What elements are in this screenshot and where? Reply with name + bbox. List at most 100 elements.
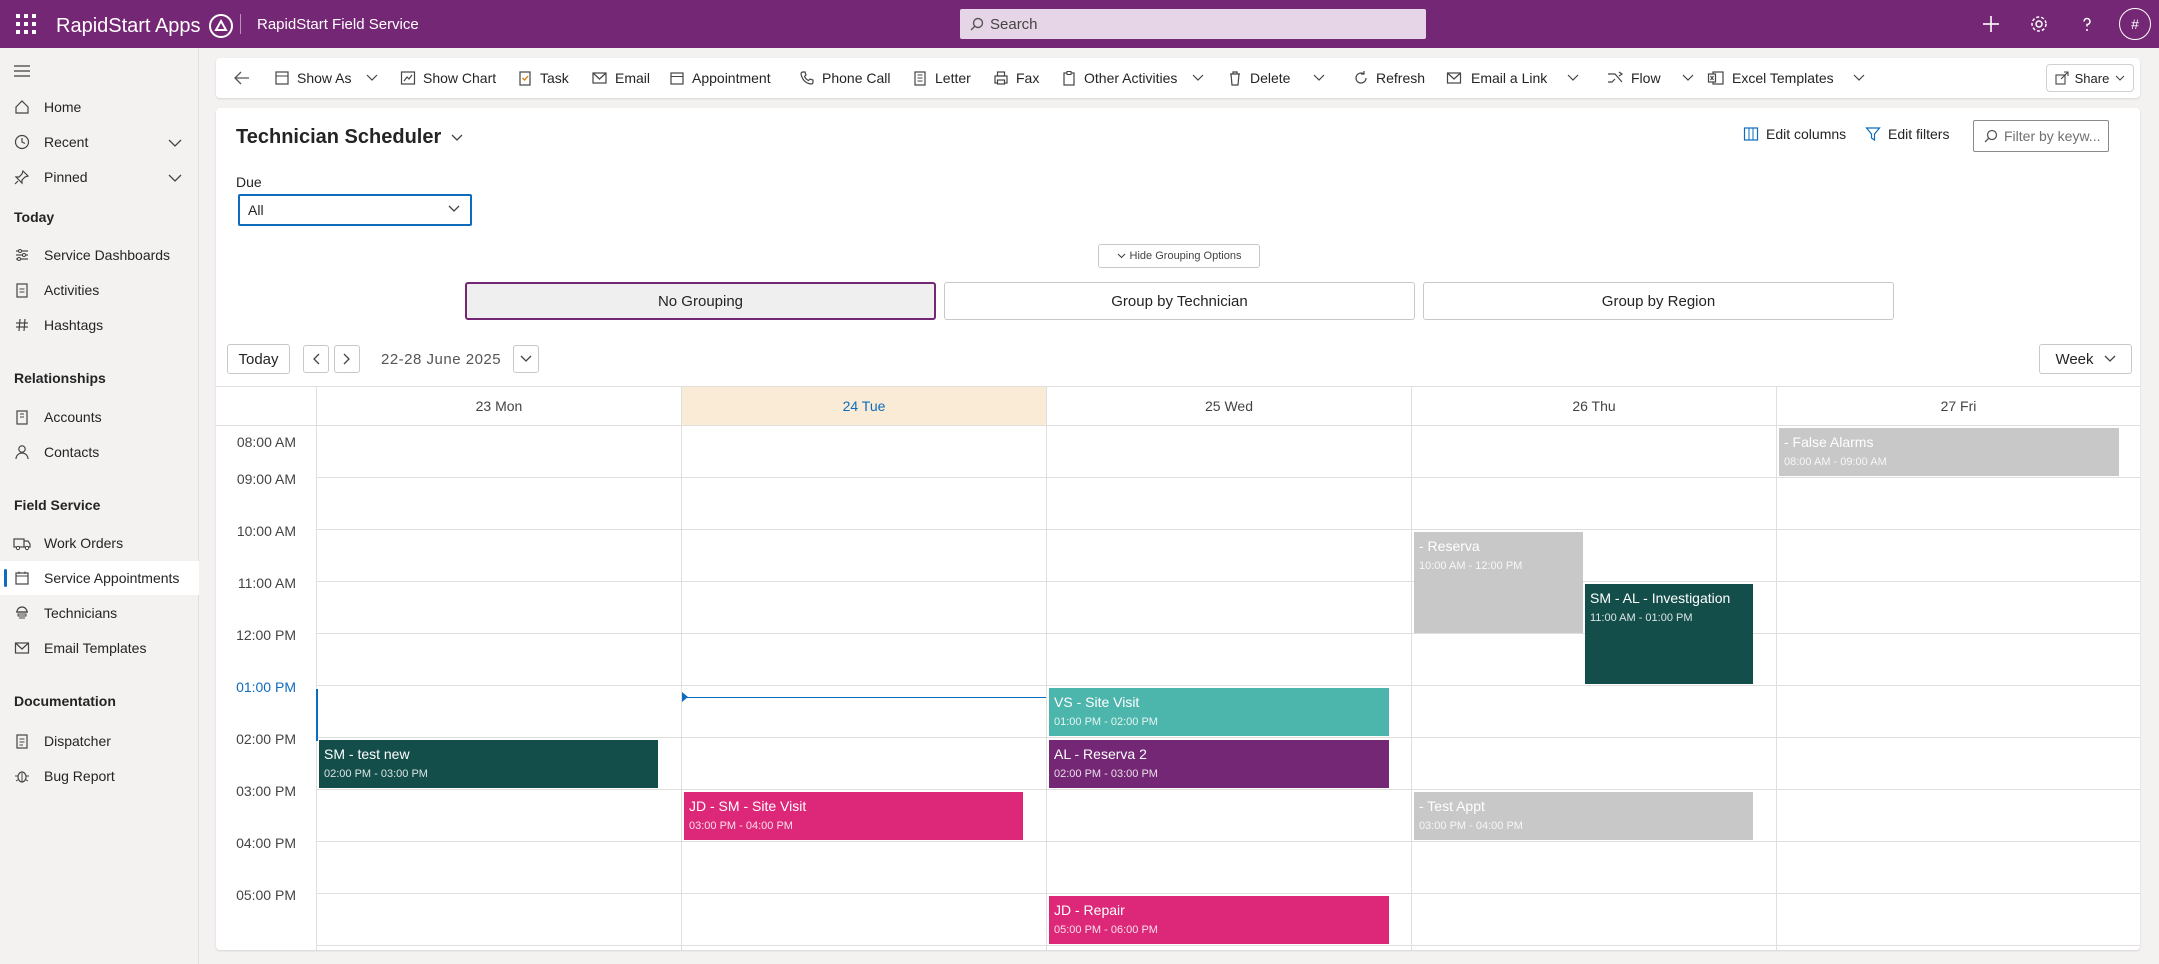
more-email-link-options-button[interactable] — [1567, 58, 1579, 98]
clipboard-icon — [1063, 71, 1075, 86]
sidebar-item-hashtags[interactable]: Hashtags — [0, 308, 199, 342]
task-icon — [519, 71, 531, 86]
edit-filters-button[interactable]: Edit filters — [1865, 126, 1949, 142]
sidebar-item-label: Activities — [44, 282, 100, 298]
flow-button[interactable]: Flow — [1606, 58, 1694, 98]
sidebar-item-dispatcher[interactable]: Dispatcher — [0, 724, 199, 758]
brand[interactable]: RapidStart Apps — [56, 12, 235, 40]
letter-icon — [914, 71, 926, 86]
keyword-filter-input[interactable]: Filter by keyw... — [1973, 120, 2109, 152]
phone-call-button[interactable]: Phone Call — [799, 58, 891, 98]
due-select[interactable]: All — [238, 194, 472, 226]
hide-grouping-button[interactable]: Hide Grouping Options — [1098, 244, 1260, 268]
show-chart-button[interactable]: Show Chart — [400, 58, 496, 98]
hour-line — [316, 633, 2140, 634]
more-delete-options-button[interactable] — [1313, 58, 1325, 98]
event-title: - False Alarms — [1784, 434, 1874, 450]
day-header-thu: 26 Thu — [1411, 387, 1776, 425]
grouping-label: Group by Region — [1601, 292, 1716, 310]
event-card[interactable]: SM - AL - Investigation 11:00 AM - 01:00… — [1585, 584, 1753, 684]
previous-week-button[interactable] — [303, 345, 329, 373]
sidebar-item-recent[interactable]: Recent — [0, 125, 199, 159]
event-card[interactable]: JD - Repair 05:00 PM - 06:00 PM — [1049, 896, 1389, 944]
due-label: Due — [236, 174, 262, 190]
view-selector[interactable]: Technician Scheduler — [236, 126, 463, 149]
refresh-button[interactable]: Refresh — [1353, 58, 1425, 98]
avatar: # — [2119, 8, 2151, 40]
back-button[interactable] — [234, 58, 250, 98]
sidebar-item-email-templates[interactable]: Email Templates — [0, 631, 199, 665]
sidebar-item-activities[interactable]: Activities — [0, 273, 199, 307]
email-link-button[interactable]: Email a Link — [1446, 58, 1547, 98]
chevron-down-icon — [367, 74, 378, 81]
top-bar: RapidStart Apps RapidStart Field Service… — [0, 0, 2159, 48]
hour-line — [316, 945, 2140, 946]
chevron-down-icon — [168, 174, 182, 182]
settings-button[interactable] — [2015, 0, 2063, 48]
share-button[interactable]: Share — [2046, 64, 2134, 92]
brand-separator — [240, 14, 241, 34]
letter-label: Letter — [935, 70, 971, 86]
hamburger-menu-icon[interactable] — [14, 64, 30, 83]
time-label: 09:00 AM — [236, 471, 296, 487]
task-button[interactable]: Task — [517, 58, 569, 98]
email-button[interactable]: Email — [590, 58, 650, 98]
sidebar-item-home[interactable]: Home — [0, 90, 199, 124]
other-activities-button[interactable]: Other Activities — [1061, 58, 1204, 98]
group-by-region-button[interactable]: Group by Region — [1423, 282, 1894, 320]
edit-columns-button[interactable]: Edit columns — [1743, 126, 1846, 142]
date-picker-button[interactable] — [513, 345, 539, 373]
event-card[interactable]: - False Alarms 08:00 AM - 09:00 AM — [1779, 428, 2119, 476]
event-card[interactable]: VS - Site Visit 01:00 PM - 02:00 PM — [1049, 688, 1389, 736]
calendar-icon — [15, 571, 29, 585]
phone-icon — [800, 71, 814, 85]
profile-button[interactable]: # — [2111, 0, 2159, 48]
sidebar-item-pinned[interactable]: Pinned — [0, 160, 199, 194]
grouping-label: Group by Technician — [1111, 292, 1248, 310]
show-as-button[interactable]: Show As — [274, 58, 378, 98]
event-time: 05:00 PM - 06:00 PM — [1054, 924, 1158, 936]
delete-button[interactable]: Delete — [1227, 58, 1290, 98]
appointment-label: Appointment — [692, 70, 771, 86]
group-by-technician-button[interactable]: Group by Technician — [944, 282, 1415, 320]
event-time: 02:00 PM - 03:00 PM — [1054, 768, 1158, 780]
flow-label: Flow — [1631, 70, 1661, 86]
event-card[interactable]: JD - SM - Site Visit 03:00 PM - 04:00 PM — [684, 792, 1023, 840]
appointment-button[interactable]: Appointment — [669, 58, 771, 98]
chevron-down-icon — [1682, 74, 1693, 81]
sidebar-item-service-appointments[interactable]: Service Appointments — [0, 561, 199, 595]
event-card[interactable]: SM - test new 02:00 PM - 03:00 PM — [319, 740, 658, 788]
sidebar-item-service-dashboards[interactable]: Service Dashboards — [0, 238, 199, 272]
sidebar: Home Recent Pinned Today Service Dashboa… — [0, 48, 199, 964]
page-title: Technician Scheduler — [236, 126, 442, 148]
sidebar-item-label: Technicians — [44, 605, 118, 621]
event-card[interactable]: - Test Appt 03:00 PM - 04:00 PM — [1414, 792, 1753, 840]
event-card[interactable]: AL - Reserva 2 02:00 PM - 03:00 PM — [1049, 740, 1389, 788]
event-time: 11:00 AM - 01:00 PM — [1590, 612, 1693, 624]
app-launcher-icon[interactable] — [16, 14, 36, 34]
brand-name: RapidStart Apps — [56, 14, 201, 37]
no-grouping-button[interactable]: No Grouping — [465, 282, 936, 320]
sidebar-item-contacts[interactable]: Contacts — [0, 435, 199, 469]
current-time-line — [684, 697, 1046, 698]
chevron-right-icon — [343, 353, 350, 365]
clock-icon — [14, 134, 30, 150]
sidebar-item-bug-report[interactable]: Bug Report — [0, 759, 199, 793]
search-input[interactable]: Search — [960, 9, 1426, 39]
email-link-label: Email a Link — [1471, 70, 1548, 86]
sidebar-item-accounts[interactable]: Accounts — [0, 400, 199, 434]
sidebar-item-label: Service Appointments — [44, 570, 180, 586]
letter-button[interactable]: Letter — [912, 58, 971, 98]
event-card[interactable]: - Reserva 10:00 AM - 12:00 PM — [1414, 532, 1583, 633]
help-button[interactable] — [2063, 0, 2111, 48]
excel-templates-button[interactable]: Excel Templates — [1707, 58, 1865, 98]
next-week-button[interactable] — [334, 345, 360, 373]
fax-button[interactable]: Fax — [993, 58, 1039, 98]
new-button[interactable] — [1967, 0, 2015, 48]
sidebar-item-work-orders[interactable]: Work Orders — [0, 526, 199, 560]
sidebar-item-technicians[interactable]: Technicians — [0, 596, 199, 630]
app-name[interactable]: RapidStart Field Service — [257, 16, 419, 33]
view-mode-select[interactable]: Week — [2039, 344, 2132, 374]
mail-icon — [592, 72, 607, 84]
today-button[interactable]: Today — [227, 344, 290, 374]
